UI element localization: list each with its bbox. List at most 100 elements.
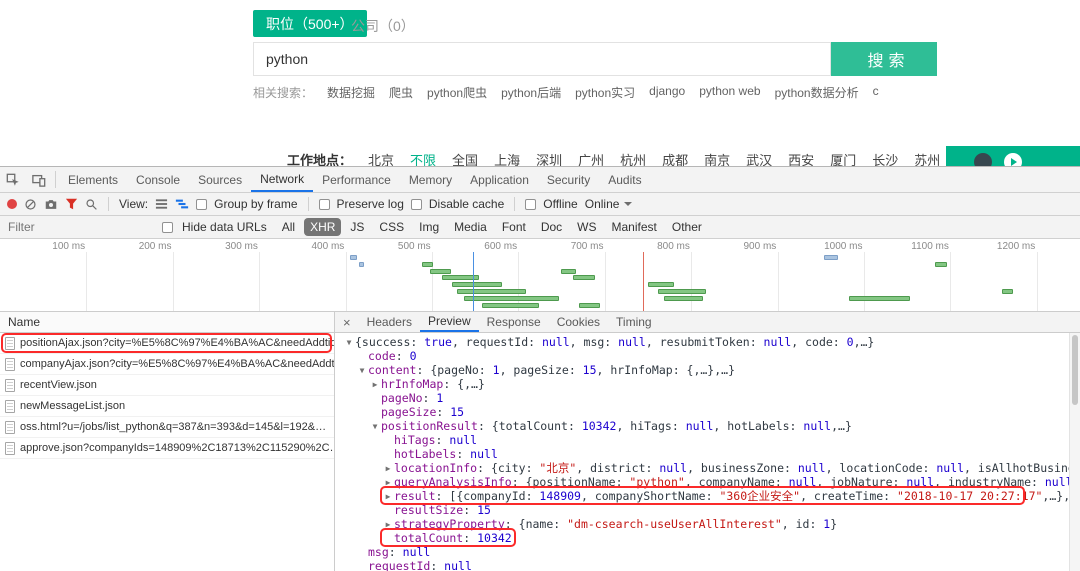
scrollbar[interactable] bbox=[1069, 333, 1080, 571]
hide-data-urls-checkbox[interactable] bbox=[162, 222, 173, 233]
list-view-icon[interactable] bbox=[155, 198, 168, 210]
request-row[interactable]: newMessageList.json bbox=[0, 396, 334, 417]
offline-checkbox[interactable] bbox=[525, 199, 536, 210]
request-row[interactable]: companyAjax.json?city=%E5%8C%97%E4%BA%AC… bbox=[0, 354, 334, 375]
tab-companies[interactable]: 公司（0） bbox=[351, 16, 415, 36]
waterfall-bar[interactable] bbox=[579, 303, 600, 308]
filter-type-xhr[interactable]: XHR bbox=[304, 218, 341, 236]
related-search-link[interactable]: c bbox=[873, 84, 879, 101]
waterfall-bar[interactable] bbox=[561, 269, 577, 274]
throttling-select[interactable]: Online bbox=[585, 197, 633, 211]
filter-type-css[interactable]: CSS bbox=[373, 218, 410, 236]
waterfall-bar[interactable] bbox=[664, 296, 704, 301]
tab-timing[interactable]: Timing bbox=[608, 312, 660, 332]
request-row[interactable]: recentView.json bbox=[0, 375, 334, 396]
tab-preview[interactable]: Preview bbox=[420, 312, 479, 332]
scrollbar-thumb[interactable] bbox=[1072, 335, 1078, 405]
tab-response[interactable]: Response bbox=[479, 312, 549, 332]
related-search-link[interactable]: python实习 bbox=[575, 84, 635, 101]
name-column-header[interactable]: Name bbox=[0, 312, 334, 333]
filter-icon[interactable] bbox=[65, 198, 78, 210]
filter-type-doc[interactable]: Doc bbox=[535, 218, 568, 236]
filter-type-font[interactable]: Font bbox=[496, 218, 532, 236]
waterfall-bar[interactable] bbox=[482, 303, 539, 308]
record-button[interactable] bbox=[7, 199, 17, 209]
tab-performance[interactable]: Performance bbox=[313, 167, 400, 192]
tab-audits[interactable]: Audits bbox=[599, 167, 650, 192]
filter-type-manifest[interactable]: Manifest bbox=[606, 218, 663, 236]
search-input[interactable] bbox=[253, 42, 831, 76]
filter-type-ws[interactable]: WS bbox=[571, 218, 602, 236]
waterfall-bar[interactable] bbox=[359, 262, 364, 267]
json-line[interactable]: ▶result: [{companyId: 148909, companySho… bbox=[335, 489, 1069, 503]
json-line[interactable]: ▼{success: true, requestId: null, msg: n… bbox=[335, 335, 1069, 349]
json-line[interactable]: pageNo: 1 bbox=[335, 391, 1069, 405]
related-search-link[interactable]: django bbox=[649, 84, 685, 101]
json-line[interactable]: ▶queryAnalysisInfo: {positionName: "pyth… bbox=[335, 475, 1069, 489]
tab-positions[interactable]: 职位（500+） bbox=[253, 10, 367, 37]
waterfall-bar[interactable] bbox=[1002, 289, 1012, 294]
json-line[interactable]: ▼positionResult: {totalCount: 10342, hiT… bbox=[335, 419, 1069, 433]
related-search-link[interactable]: python爬虫 bbox=[427, 84, 487, 101]
preserve-log-checkbox[interactable] bbox=[319, 199, 330, 210]
json-line[interactable]: ▶locationInfo: {city: "北京", district: nu… bbox=[335, 461, 1069, 475]
waterfall-bar[interactable] bbox=[824, 255, 838, 260]
tab-application[interactable]: Application bbox=[461, 167, 538, 192]
related-search-link[interactable]: python后端 bbox=[501, 84, 561, 101]
waterfall-bar[interactable] bbox=[464, 296, 559, 301]
tab-headers[interactable]: Headers bbox=[359, 312, 420, 332]
waterfall-bar[interactable] bbox=[849, 296, 909, 301]
device-toolbar-icon[interactable] bbox=[26, 167, 52, 192]
filter-type-media[interactable]: Media bbox=[448, 218, 493, 236]
filter-input[interactable] bbox=[8, 220, 153, 234]
related-search-link[interactable]: python web bbox=[699, 84, 760, 101]
disable-cache-checkbox[interactable] bbox=[411, 199, 422, 210]
filter-type-all[interactable]: All bbox=[276, 218, 301, 236]
inspect-element-icon[interactable] bbox=[0, 167, 26, 192]
clear-icon[interactable] bbox=[24, 198, 37, 211]
group-by-frame-checkbox[interactable] bbox=[196, 199, 207, 210]
screenshot-icon[interactable] bbox=[44, 198, 58, 211]
waterfall-bar[interactable] bbox=[430, 269, 451, 274]
search-icon[interactable] bbox=[85, 198, 98, 211]
expand-open-icon[interactable]: ▼ bbox=[343, 336, 355, 350]
request-row[interactable]: oss.html?u=/jobs/list_python&q=387&n=393… bbox=[0, 417, 334, 438]
tab-network[interactable]: Network bbox=[251, 167, 313, 192]
expand-closed-icon[interactable]: ▶ bbox=[369, 378, 381, 392]
tab-security[interactable]: Security bbox=[538, 167, 599, 192]
waterfall-bar[interactable] bbox=[935, 262, 947, 267]
json-line[interactable]: hotLabels: null bbox=[335, 447, 1069, 461]
waterfall-bar[interactable] bbox=[648, 282, 674, 287]
expand-closed-icon[interactable]: ▶ bbox=[382, 462, 394, 476]
related-search-link[interactable]: 爬虫 bbox=[389, 84, 413, 101]
related-search-link[interactable]: python数据分析 bbox=[775, 84, 859, 101]
expand-open-icon[interactable]: ▼ bbox=[356, 364, 368, 378]
waterfall-bar[interactable] bbox=[573, 275, 595, 280]
json-line[interactable]: pageSize: 15 bbox=[335, 405, 1069, 419]
filter-type-js[interactable]: JS bbox=[344, 218, 370, 236]
json-line[interactable]: ▶strategyProperty: {name: "dm-csearch-us… bbox=[335, 517, 1069, 531]
expand-closed-icon[interactable]: ▶ bbox=[382, 476, 394, 490]
overview-view-icon[interactable] bbox=[175, 198, 189, 210]
json-line[interactable]: totalCount: 10342 bbox=[335, 531, 1069, 545]
expand-closed-icon[interactable]: ▶ bbox=[382, 518, 394, 532]
request-row[interactable]: approve.json?companyIds=148909%2C18713%2… bbox=[0, 438, 334, 459]
request-row[interactable]: positionAjax.json?city=%E5%8C%97%E4%BA%A… bbox=[0, 333, 334, 354]
tab-elements[interactable]: Elements bbox=[59, 167, 127, 192]
tab-sources[interactable]: Sources bbox=[189, 167, 251, 192]
waterfall-bar[interactable] bbox=[452, 282, 502, 287]
tab-console[interactable]: Console bbox=[127, 167, 189, 192]
expand-open-icon[interactable]: ▼ bbox=[369, 420, 381, 434]
close-icon[interactable]: × bbox=[335, 312, 359, 332]
tab-cookies[interactable]: Cookies bbox=[549, 312, 608, 332]
expand-closed-icon[interactable]: ▶ bbox=[382, 490, 394, 504]
filter-type-img[interactable]: Img bbox=[413, 218, 445, 236]
json-line[interactable]: requestId: null bbox=[335, 559, 1069, 571]
json-line[interactable]: hiTags: null bbox=[335, 433, 1069, 447]
waterfall-bar[interactable] bbox=[658, 289, 706, 294]
json-line[interactable]: ▼content: {pageNo: 1, pageSize: 15, hrIn… bbox=[335, 363, 1069, 377]
json-line[interactable]: code: 0 bbox=[335, 349, 1069, 363]
filter-type-other[interactable]: Other bbox=[666, 218, 708, 236]
waterfall-bar[interactable] bbox=[422, 262, 432, 267]
waterfall-bar[interactable] bbox=[457, 289, 526, 294]
